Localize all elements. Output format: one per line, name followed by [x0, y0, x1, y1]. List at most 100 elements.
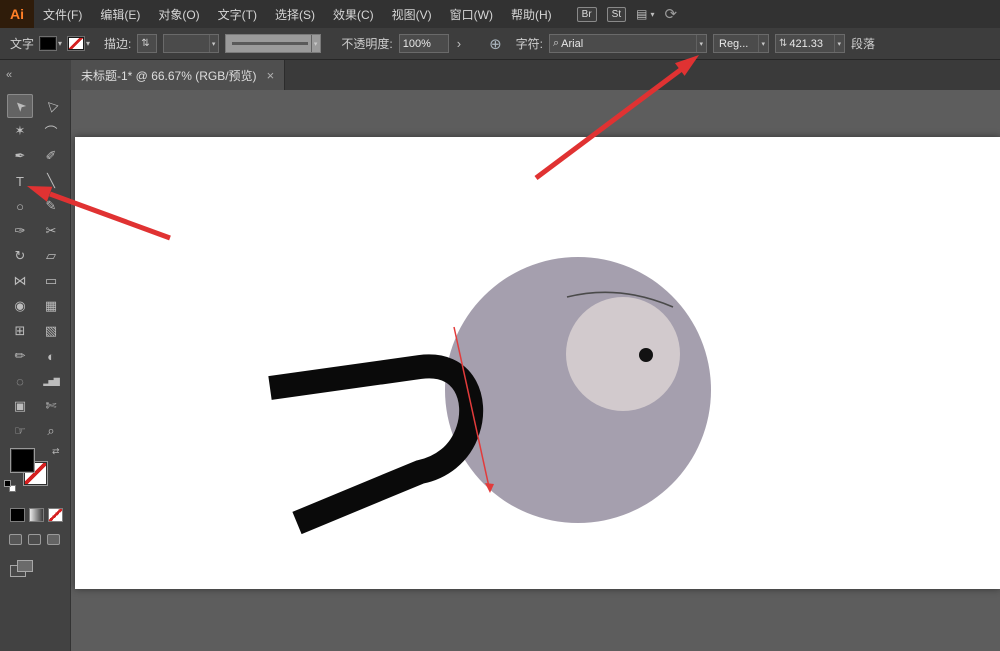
fill-stroke-indicator: ⇄ — [10, 448, 64, 496]
width-tool-icon: ⋈ — [14, 273, 27, 289]
zoom-tool-icon: ⌕ — [47, 423, 54, 439]
color-button[interactable] — [10, 508, 25, 522]
document-tab[interactable]: 未标题-1* @ 66.67% (RGB/预览) × — [71, 60, 285, 90]
change-screen-mode-button[interactable] — [10, 560, 36, 580]
slice-tool-icon: ✄ — [46, 398, 57, 414]
body-circle[interactable] — [445, 257, 711, 523]
magic-wand-tool[interactable]: ✶ — [7, 119, 33, 143]
ellipse-tool[interactable]: ○ — [7, 194, 33, 218]
type-tool[interactable]: T — [7, 169, 33, 193]
rotate-tool[interactable]: ↻ — [7, 244, 33, 268]
line-segment-tool[interactable]: ╲ — [38, 169, 64, 193]
symbol-sprayer-tool-icon: ◌ — [16, 374, 24, 389]
stroke-color-dropdown[interactable]: ▾ — [68, 37, 90, 50]
menu-help[interactable]: 帮助(H) — [502, 0, 561, 28]
menu-file[interactable]: 文件(F) — [34, 0, 91, 28]
menu-window[interactable]: 窗口(W) — [441, 0, 502, 28]
type-tool-icon: T — [16, 174, 24, 189]
menu-type[interactable]: 文字(T) — [209, 0, 266, 28]
eye-circle[interactable] — [566, 297, 680, 411]
brush-definition-select[interactable]: ▾ — [225, 34, 321, 53]
workspace-switcher[interactable]: ▤ ▾ — [636, 7, 654, 21]
stroke-none-icon — [68, 37, 84, 50]
zoom-tool[interactable]: ⌕ — [38, 419, 64, 443]
menu-view[interactable]: 视图(V) — [383, 0, 441, 28]
menu-edit[interactable]: 编辑(E) — [91, 0, 149, 28]
character-label: 字符: — [516, 35, 543, 52]
column-graph-tool-icon: ▂▅▇ — [43, 377, 58, 386]
opacity-panel-chevron[interactable]: › — [455, 36, 463, 51]
screen-mode-front-icon — [17, 560, 33, 572]
opacity-value: 100% — [403, 38, 431, 50]
brush-preview-icon — [232, 42, 307, 45]
symbol-sprayer-tool[interactable]: ◌ — [7, 369, 33, 393]
mesh-tool[interactable]: ⊞ — [7, 319, 33, 343]
default-colors-icon[interactable] — [4, 480, 18, 494]
sync-icon[interactable]: ⟳ — [664, 5, 677, 23]
font-style-select[interactable]: Reg... ▾ — [713, 34, 769, 53]
eyedropper-tool-icon: ✏ — [15, 348, 26, 364]
gradient-button[interactable] — [29, 508, 44, 522]
scale-tool[interactable]: ▱ — [38, 244, 64, 268]
app-logo[interactable]: Ai — [0, 0, 34, 28]
pen-tool[interactable]: ✒ — [7, 144, 33, 168]
scissors-tool-icon: ✂ — [46, 223, 57, 239]
fill-color-swatch[interactable] — [10, 448, 35, 473]
perspective-grid-tool[interactable]: ▦ — [38, 294, 64, 318]
artboard-tool[interactable]: ▣ — [7, 394, 33, 418]
fill-color-dropdown[interactable]: ▾ — [40, 37, 62, 50]
free-transform-tool[interactable]: ▭ — [38, 269, 64, 293]
paragraph-label: 段落 — [851, 35, 875, 52]
font-size-select[interactable]: ⇅ 421.33 ▾ — [775, 34, 845, 53]
lasso-tool[interactable]: ⌒ — [38, 119, 64, 143]
font-name-value: Arial — [559, 38, 696, 50]
tab-close-icon[interactable]: × — [267, 68, 275, 83]
artboard[interactable] — [75, 137, 1000, 589]
scissors-tool[interactable]: ✂ — [38, 219, 64, 243]
gradient-tool[interactable]: ▧ — [38, 319, 64, 343]
direct-selection-tool[interactable]: ▷ — [38, 94, 64, 118]
menu-select[interactable]: 选择(S) — [266, 0, 324, 28]
document-tab-title: 未标题-1* @ 66.67% (RGB/预览) — [81, 67, 257, 84]
none-button[interactable] — [48, 508, 63, 522]
swap-colors-icon[interactable]: ⇄ — [52, 446, 60, 457]
artboard-tool-icon: ▣ — [14, 398, 26, 414]
eyedropper-tool[interactable]: ✏ — [7, 344, 33, 368]
stroke-weight-stepper[interactable]: ⇅ — [137, 34, 157, 53]
pencil-tool-icon: ✎ — [46, 198, 57, 214]
free-transform-tool-icon: ▭ — [45, 273, 57, 289]
paintbrush-tool[interactable]: ✐ — [38, 144, 64, 168]
column-graph-tool[interactable]: ▂▅▇ — [38, 369, 64, 393]
shape-builder-tool-icon: ◉ — [14, 298, 25, 314]
rotate-tool-icon: ↻ — [15, 248, 26, 264]
pencil-tool[interactable]: ✎ — [38, 194, 64, 218]
blend-tool[interactable]: ◐ — [38, 344, 64, 368]
pupil-circle[interactable] — [639, 348, 653, 362]
workspace-grid-icon: ▤ — [636, 7, 647, 21]
bridge-button[interactable]: Br — [577, 7, 597, 22]
width-tool[interactable]: ⋈ — [7, 269, 33, 293]
menu-object[interactable]: 对象(O) — [149, 0, 208, 28]
slice-tool[interactable]: ✄ — [38, 394, 64, 418]
menu-effect[interactable]: 效果(C) — [324, 0, 383, 28]
mesh-tool-icon: ⊞ — [15, 323, 26, 339]
scale-tool-icon: ▱ — [46, 248, 56, 264]
toolbar-collapse-button[interactable]: « — [0, 60, 71, 90]
stroke-weight-label: 描边: — [104, 35, 131, 52]
stroke-weight-select[interactable]: ▾ — [163, 34, 219, 53]
draw-behind-button[interactable] — [28, 534, 41, 545]
font-family-select[interactable]: ⌕ Arial ▾ — [549, 34, 707, 53]
opacity-input[interactable]: 100% — [399, 34, 449, 53]
draw-normal-button[interactable] — [9, 534, 22, 545]
hand-tool-icon: ☞ — [14, 423, 26, 439]
draw-inside-button[interactable] — [47, 534, 60, 545]
globe-icon[interactable]: ⊕ — [489, 35, 502, 53]
hand-tool[interactable]: ☞ — [7, 419, 33, 443]
selection-tool[interactable]: ➤ — [7, 94, 33, 118]
stock-button[interactable]: St — [607, 7, 626, 22]
magnet-shape[interactable] — [270, 366, 471, 523]
blob-brush-tool[interactable]: ✑ — [7, 219, 33, 243]
canvas-area[interactable] — [71, 90, 1000, 651]
fill-swatch-icon — [40, 37, 56, 50]
shape-builder-tool[interactable]: ◉ — [7, 294, 33, 318]
